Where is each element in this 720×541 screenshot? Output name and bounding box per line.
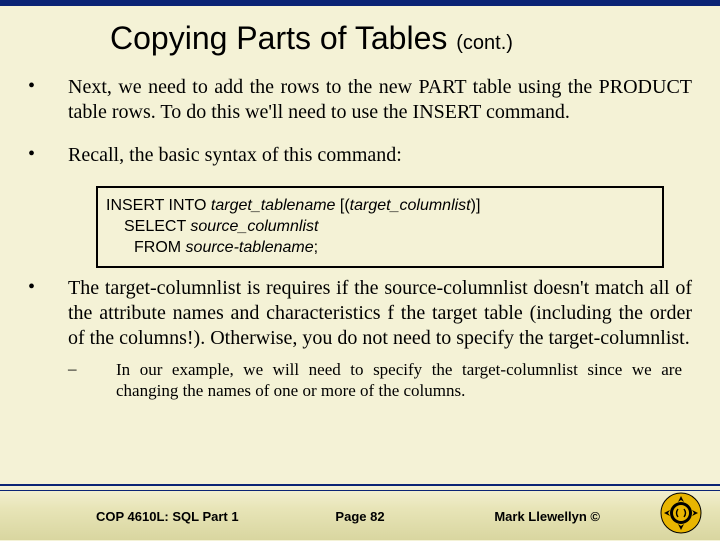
sub-bullet-item: – In our example, we will need to specif…	[68, 359, 692, 402]
bullet-text: Recall, the basic syntax of this command…	[68, 143, 692, 168]
footer-inner: COP 4610L: SQL Part 1 Page 82 Mark Llewe…	[0, 490, 720, 541]
bullet-item: • Next, we need to add the rows to the n…	[28, 75, 692, 125]
bullet-text: The target-columnlist is requires if the…	[68, 276, 692, 351]
semicolon: ;	[314, 239, 318, 256]
keyword-select: SELECT	[124, 218, 190, 235]
bracket-close: )]	[471, 197, 481, 214]
ucf-logo-icon	[660, 492, 702, 534]
top-border	[0, 0, 720, 6]
footer-bar: COP 4610L: SQL Part 1 Page 82 Mark Llewe…	[0, 484, 720, 540]
title-main: Copying Parts of Tables	[110, 20, 447, 56]
bracket-open: [(	[335, 197, 349, 214]
bullet-text: Next, we need to add the rows to the new…	[68, 75, 692, 125]
sub-bullet-text: In our example, we will need to specify …	[116, 359, 692, 402]
param-target-cols: target_columnlist	[350, 197, 471, 214]
title-cont: (cont.)	[456, 32, 513, 54]
bullet-dot: •	[28, 276, 68, 298]
slide-title: Copying Parts of Tables (cont.)	[110, 20, 720, 57]
syntax-line-from: FROM source-tablename;	[134, 239, 654, 257]
keyword-from: FROM	[134, 239, 186, 256]
keyword-insert: INSERT INTO	[106, 197, 211, 214]
syntax-box: INSERT INTO target_tablename [(target_co…	[96, 186, 664, 268]
param-source-cols: source_columnlist	[190, 218, 318, 235]
param-target-table: target_tablename	[211, 197, 336, 214]
param-source-table: source-tablename	[186, 239, 314, 256]
syntax-line-insert: INSERT INTO target_tablename [(target_co…	[106, 197, 654, 215]
sub-bullet-dash: –	[68, 359, 116, 379]
syntax-line-select: SELECT source_columnlist	[124, 218, 654, 236]
content-area: • Next, we need to add the rows to the n…	[0, 75, 720, 402]
bullet-item: • The target-columnlist is requires if t…	[28, 276, 692, 351]
bullet-dot: •	[28, 75, 68, 97]
bullet-dot: •	[28, 143, 68, 165]
footer-author: Mark Llewellyn ©	[494, 509, 600, 524]
bullet-item: • Recall, the basic syntax of this comma…	[28, 143, 692, 168]
footer-course: COP 4610L: SQL Part 1	[96, 509, 239, 524]
